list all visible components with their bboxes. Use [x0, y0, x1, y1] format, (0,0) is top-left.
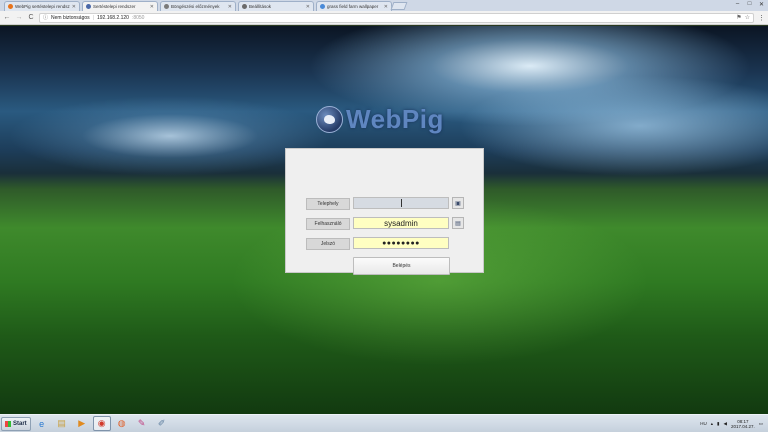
tab-history[interactable]: Böngészési előzmények ✕ [160, 1, 236, 11]
info-icon[interactable]: ⓘ [43, 14, 48, 21]
start-button[interactable]: Start [1, 416, 31, 431]
site-label: Telephely [306, 197, 350, 210]
close-tab-icon[interactable]: ✕ [228, 4, 232, 10]
tab-title: Beállítások [249, 4, 272, 9]
google-favicon-icon [320, 4, 325, 9]
username-input[interactable]: sysadmin [353, 217, 449, 229]
user-label: Felhasználó [306, 217, 350, 230]
history-favicon-icon [164, 4, 169, 9]
tab-farm-system[interactable]: Sertéstelepi rendszer ✕ [82, 1, 158, 11]
clock-date: 2017.04.27. [730, 423, 755, 429]
site-row: Telephely [306, 197, 350, 210]
user-row: Felhasználó [306, 217, 350, 230]
flag-icon[interactable]: ⚑ [736, 14, 741, 21]
site-picker-button[interactable]: ▣ [452, 197, 464, 209]
browser-toolbar: ← → C ⓘ Nem biztonságos | 192.168.2.120:… [0, 11, 768, 25]
close-window-button[interactable]: ✕ [757, 1, 766, 8]
tab-wallpaper-search[interactable]: grass field farm wallpaper ✕ [316, 1, 392, 11]
webpig-logo: WebPig [316, 104, 444, 135]
window-controls: – □ ✕ [733, 1, 766, 8]
tab-settings[interactable]: Beállítások ✕ [238, 1, 314, 11]
divider: | [92, 14, 94, 21]
volume-icon[interactable]: ◀ [723, 421, 726, 427]
settings-favicon-icon [242, 4, 247, 9]
new-tab-button[interactable] [390, 2, 408, 10]
address-bar[interactable]: ⓘ Nem biztonságos | 192.168.2.120:8050 ⚑… [39, 12, 754, 23]
close-tab-icon[interactable]: ✕ [150, 4, 154, 10]
password-row: Jelszó [306, 237, 350, 250]
reload-button[interactable]: C [27, 14, 35, 21]
webpig-favicon-icon [8, 4, 13, 9]
close-tab-icon[interactable]: ✕ [306, 4, 310, 10]
password-input[interactable]: ●●●●●●●● [353, 237, 449, 249]
login-button[interactable]: Belépés [353, 257, 450, 275]
browser-menu-icon[interactable]: ⋮ [758, 14, 765, 22]
farm-favicon-icon [86, 4, 91, 9]
back-button[interactable]: ← [3, 14, 11, 21]
chrome-taskbar-icon[interactable]: ◉ [92, 416, 111, 431]
language-indicator[interactable]: HU [700, 421, 707, 426]
show-desktop-icon[interactable]: ▭ [759, 421, 763, 427]
password-label: Jelszó [306, 237, 350, 250]
bookmark-star-icon[interactable]: ☆ [745, 14, 750, 21]
url-host: 192.168.2.120 [96, 14, 129, 21]
tab-title: Sertéstelepi rendszer [93, 4, 136, 9]
explorer-taskbar-icon[interactable]: ▤ [53, 416, 71, 431]
list-icon: ▤ [455, 220, 461, 227]
url-port: :8050 [131, 14, 145, 21]
logo-text: WebPig [346, 104, 444, 134]
maximize-button[interactable]: □ [745, 1, 754, 8]
login-panel: Telephely ▣ Felhasználó sysadmin ▤ Jelsz… [285, 148, 484, 275]
start-label: Start [13, 420, 27, 427]
text-caret [400, 199, 402, 207]
user-picker-button[interactable]: ▤ [452, 217, 464, 229]
ie-taskbar-icon[interactable]: e [33, 416, 51, 431]
forward-button[interactable]: → [15, 14, 23, 21]
windows-logo-icon [5, 420, 11, 427]
tab-webpig-farm[interactable]: WebPig sertéstelepi rendsz ✕ [4, 1, 80, 11]
clock[interactable]: 08:17 2017.04.27. [731, 419, 755, 429]
pig-logo-icon [316, 106, 343, 133]
security-label: Nem biztonságos [51, 14, 90, 21]
os-taskbar: Start e ▤ ▶ ◉ ◍ ✎ ✐ HU ▴ ▮ ◀ 08:17 2017.… [0, 414, 768, 432]
browser-tab-strip: WebPig sertéstelepi rendsz ✕ Sertéstelep… [0, 0, 768, 11]
paint-taskbar-icon[interactable]: ✎ [133, 416, 151, 431]
system-tray: HU ▴ ▮ ◀ 08:17 2017.04.27. ▭ [700, 419, 767, 429]
firefox-taskbar-icon[interactable]: ◍ [113, 416, 131, 431]
tab-title: grass field farm wallpaper [327, 4, 379, 9]
tab-title: WebPig sertéstelepi rendsz [15, 4, 70, 9]
media-player-taskbar-icon[interactable]: ▶ [73, 416, 91, 431]
minimize-button[interactable]: – [733, 1, 742, 8]
close-tab-icon[interactable]: ✕ [384, 4, 388, 10]
tray-expand-icon[interactable]: ▴ [711, 421, 713, 427]
network-icon[interactable]: ▮ [717, 421, 719, 427]
close-tab-icon[interactable]: ✕ [72, 4, 76, 10]
site-input[interactable] [353, 197, 449, 209]
tools-taskbar-icon[interactable]: ✐ [153, 416, 171, 431]
save-icon: ▣ [455, 200, 461, 207]
tab-title: Böngészési előzmények [171, 4, 220, 9]
